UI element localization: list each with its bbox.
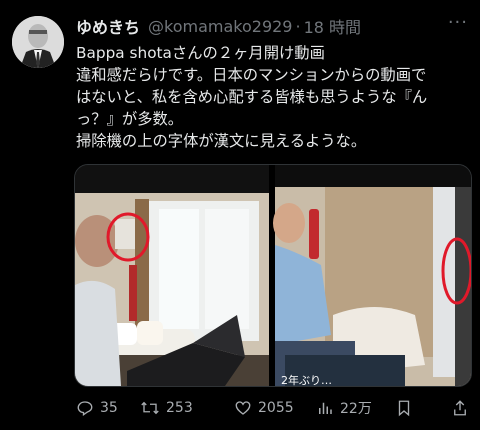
media-image-right[interactable] xyxy=(273,165,471,386)
media-image-left[interactable] xyxy=(75,165,269,386)
like-count: 2055 xyxy=(258,400,294,416)
share-icon xyxy=(454,400,466,416)
views-icon xyxy=(319,402,332,414)
tweet-line: 掃除機の上の字体が漢文に見えるような。 xyxy=(76,132,367,150)
display-name[interactable]: ゆめきち xyxy=(76,14,140,38)
reply-count: 35 xyxy=(100,400,118,416)
avatar-image xyxy=(12,16,64,68)
share-button[interactable] xyxy=(452,399,474,417)
user-handle[interactable]: @komamako2929 xyxy=(148,17,292,36)
separator-dot: · xyxy=(295,16,301,36)
reply-icon xyxy=(77,401,93,417)
tweet-media[interactable]: 2年ぶり… xyxy=(74,164,472,387)
bookmark-icon xyxy=(398,400,410,417)
tweet-line: っ？』が多数。 xyxy=(76,110,184,128)
tweet-line: Bappa shotaさんの２ヶ月開け動画 xyxy=(76,44,325,62)
bookmark-button[interactable] xyxy=(396,399,418,417)
reply-button[interactable]: 35 xyxy=(76,399,118,417)
action-bar: 35 253 2055 22万 xyxy=(74,396,470,420)
views-button[interactable]: 22万 xyxy=(316,398,372,418)
retweet-button[interactable]: 253 xyxy=(140,399,193,417)
media-caption: 2年ぶり… xyxy=(281,373,332,386)
like-button[interactable]: 2055 xyxy=(234,399,294,417)
retweet-icon xyxy=(141,401,159,415)
heart-icon xyxy=(235,401,251,415)
avatar[interactable] xyxy=(12,16,64,68)
more-options-icon[interactable]: ··· xyxy=(448,12,468,33)
tweet-header: ゆめきち @komamako2929 · 18 時間 xyxy=(76,14,466,38)
view-count: 22万 xyxy=(340,401,372,417)
tweet-line: はないと、私を含め心配する皆様も思うような『ん xyxy=(76,88,428,106)
tweet-line: 違和感だらけです。日本のマンションからの動画で xyxy=(76,66,427,84)
timestamp[interactable]: 18 時間 xyxy=(304,14,361,38)
retweet-count: 253 xyxy=(166,400,193,416)
tweet-text: Bappa shotaさんの２ヶ月開け動画 違和感だらけです。日本のマンションか… xyxy=(76,42,472,152)
